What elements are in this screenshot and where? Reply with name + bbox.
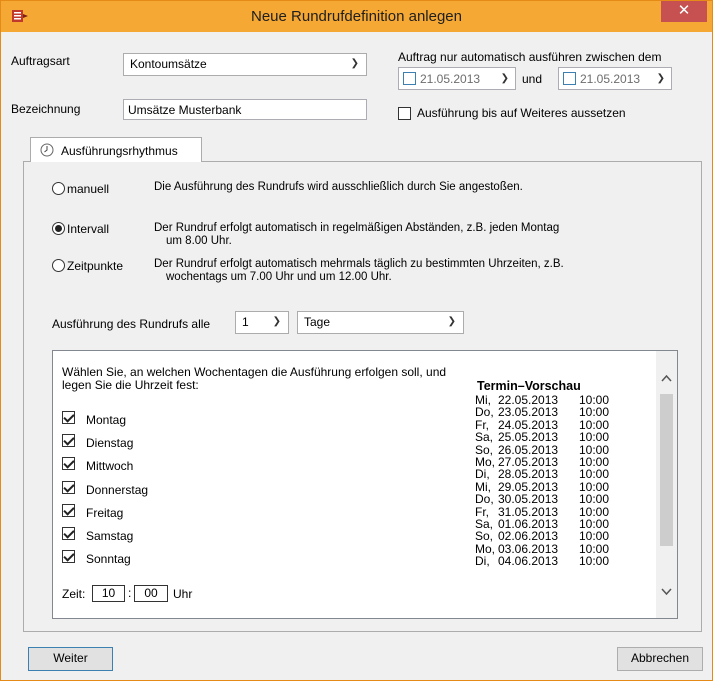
- window-title: Neue Rundrufdefinition anlegen: [251, 8, 462, 25]
- chevron-down-icon: ❯: [656, 73, 665, 84]
- scroll-thumb[interactable]: [660, 394, 673, 546]
- weekday-label-samstag: Samstag: [86, 529, 134, 543]
- intervall-description-line1: Der Rundruf erfolgt automatisch in regel…: [154, 222, 560, 234]
- preview-date: 25.05.2013: [498, 430, 559, 445]
- hour-value: 10: [101, 586, 116, 600]
- next-button[interactable]: Weiter: [28, 647, 113, 671]
- to-date-checkbox[interactable]: [563, 72, 576, 85]
- preview-row: Di, 04.06.2013 10:00: [475, 554, 653, 569]
- preview-time: 10:00: [579, 430, 610, 445]
- checkbox-dienstag[interactable]: [62, 434, 75, 447]
- preview-time: 10:00: [579, 405, 610, 420]
- preview-row: Sa, 25.05.2013 10:00: [475, 430, 653, 445]
- preview-day: So,: [475, 529, 494, 544]
- title-bar[interactable]: Neue Rundrufdefinition anlegen ✕: [1, 1, 712, 32]
- radio-intervall[interactable]: [52, 222, 65, 235]
- preview-time: 10:00: [579, 467, 610, 482]
- interval-unit-select[interactable]: Tage ❯: [297, 311, 464, 334]
- interval-count-value: 1: [242, 315, 249, 329]
- scroll-up-icon[interactable]: [659, 371, 674, 386]
- preview-time: 10:00: [579, 492, 610, 507]
- from-date-checkbox[interactable]: [403, 72, 416, 85]
- radio-manuell[interactable]: [52, 182, 65, 195]
- radio-manuell-label: manuell: [67, 182, 110, 196]
- bezeichnung-label: Bezeichnung: [11, 102, 81, 116]
- weekday-label-mittwoch: Mittwoch: [86, 459, 134, 473]
- weekday-instruction-line2: legen Sie die Uhrzeit fest:: [62, 378, 199, 392]
- chevron-down-icon: ❯: [500, 73, 509, 84]
- preview-day: Sa,: [475, 430, 494, 445]
- zeitpunkte-description-line2: wochentags um 7.00 Uhr und um 12.00 Uhr.: [166, 271, 392, 283]
- bezeichnung-input[interactable]: Umsätze Musterbank: [123, 99, 367, 120]
- and-label: und: [522, 72, 543, 86]
- minute-input[interactable]: 00: [134, 585, 168, 602]
- preview-day: Di,: [475, 554, 490, 569]
- weekday-label-dienstag: Dienstag: [86, 436, 134, 450]
- auto-execution-label: Auftrag nur automatisch ausführen zwisch…: [398, 50, 662, 64]
- weekday-label-sonntag: Sonntag: [86, 552, 131, 566]
- preview-list[interactable]: Mi, 22.05.2013 10:00 Do, 23.05.2013 10:00 Fr, 2…: [475, 394, 653, 618]
- tab-label: Ausführungsrhythmus: [61, 144, 178, 158]
- chevron-down-icon: ❯: [447, 316, 456, 327]
- preview-row: So, 02.06.2013 10:00: [475, 529, 653, 544]
- preview-day: Do,: [475, 405, 494, 420]
- zeitpunkte-description-line1: Der Rundruf erfolgt automatisch mehrmals…: [154, 258, 564, 270]
- close-button[interactable]: ✕: [661, 1, 707, 22]
- preview-row: Do, 30.05.2013 10:00: [475, 492, 653, 507]
- time-label: Zeit:: [62, 587, 86, 601]
- interval-count-select[interactable]: 1 ❯: [235, 311, 289, 334]
- weekday-label-donnerstag: Donnerstag: [86, 483, 149, 497]
- minute-value: 00: [144, 586, 158, 600]
- clock-icon: [40, 143, 54, 157]
- preview-date: 04.06.2013: [498, 554, 559, 569]
- preview-date: 02.06.2013: [498, 529, 559, 544]
- to-date-picker[interactable]: 21.05.2013 ❯: [558, 67, 672, 90]
- close-icon: ✕: [677, 2, 691, 19]
- auftragsart-value: Kontoumsätze: [130, 57, 207, 71]
- preview-date: 23.05.2013: [498, 405, 559, 420]
- tab-ausfuehrungsrhythmus[interactable]: Ausführungsrhythmus: [30, 137, 202, 162]
- cancel-button[interactable]: Abbrechen: [617, 647, 703, 671]
- checkbox-samstag[interactable]: [62, 527, 75, 540]
- checkbox-freitag[interactable]: [62, 504, 75, 517]
- time-separator: :: [128, 586, 132, 600]
- dialog-window: Neue Rundrufdefinition anlegen ✕ Auftrag…: [0, 0, 713, 681]
- preview-time: 10:00: [579, 529, 610, 544]
- suspend-checkbox[interactable]: [398, 107, 411, 120]
- intervall-description-line2: um 8.00 Uhr.: [166, 235, 232, 247]
- time-unit-label: Uhr: [173, 587, 193, 601]
- checkbox-donnerstag[interactable]: [62, 481, 75, 494]
- preview-row: Di, 28.05.2013 10:00: [475, 467, 653, 482]
- preview-day: Do,: [475, 492, 494, 507]
- scroll-down-icon[interactable]: [659, 584, 674, 599]
- preview-scrollbar[interactable]: [656, 351, 677, 618]
- radio-zeitpunkte-label: Zeitpunkte: [67, 259, 124, 273]
- weekday-label-freitag: Freitag: [86, 506, 124, 520]
- checkbox-montag[interactable]: [62, 411, 75, 424]
- preview-row: Do, 23.05.2013 10:00: [475, 405, 653, 420]
- bezeichnung-value: Umsätze Musterbank: [128, 103, 242, 117]
- preview-date: 28.05.2013: [498, 467, 559, 482]
- preview-day: Di,: [475, 467, 490, 482]
- chevron-down-icon: ❯: [272, 316, 281, 327]
- to-date-value: 21.05.2013: [580, 72, 641, 86]
- checkbox-sonntag[interactable]: [62, 550, 75, 563]
- radio-zeitpunkte[interactable]: [52, 259, 65, 272]
- interval-unit-value: Tage: [304, 315, 331, 329]
- preview-time: 10:00: [579, 554, 610, 569]
- chevron-down-icon: ❯: [350, 58, 359, 69]
- weekday-label-montag: Montag: [86, 413, 127, 427]
- auftragsart-label: Auftragsart: [11, 54, 70, 68]
- preview-date: 30.05.2013: [498, 492, 559, 507]
- interval-label: Ausführung des Rundrufs alle: [52, 317, 211, 331]
- radio-intervall-label: Intervall: [67, 222, 110, 236]
- from-date-value: 21.05.2013: [420, 72, 481, 86]
- hour-input[interactable]: 10: [92, 585, 125, 602]
- from-date-picker[interactable]: 21.05.2013 ❯: [398, 67, 516, 90]
- suspend-label: Ausführung bis auf Weiteres aussetzen: [417, 106, 626, 120]
- preview-title: Termin–Vorschau: [477, 379, 581, 393]
- checkbox-mittwoch[interactable]: [62, 457, 75, 470]
- auftragsart-select[interactable]: Kontoumsätze ❯: [123, 53, 367, 76]
- manuell-description: Die Ausführung des Rundrufs wird ausschl…: [154, 181, 523, 193]
